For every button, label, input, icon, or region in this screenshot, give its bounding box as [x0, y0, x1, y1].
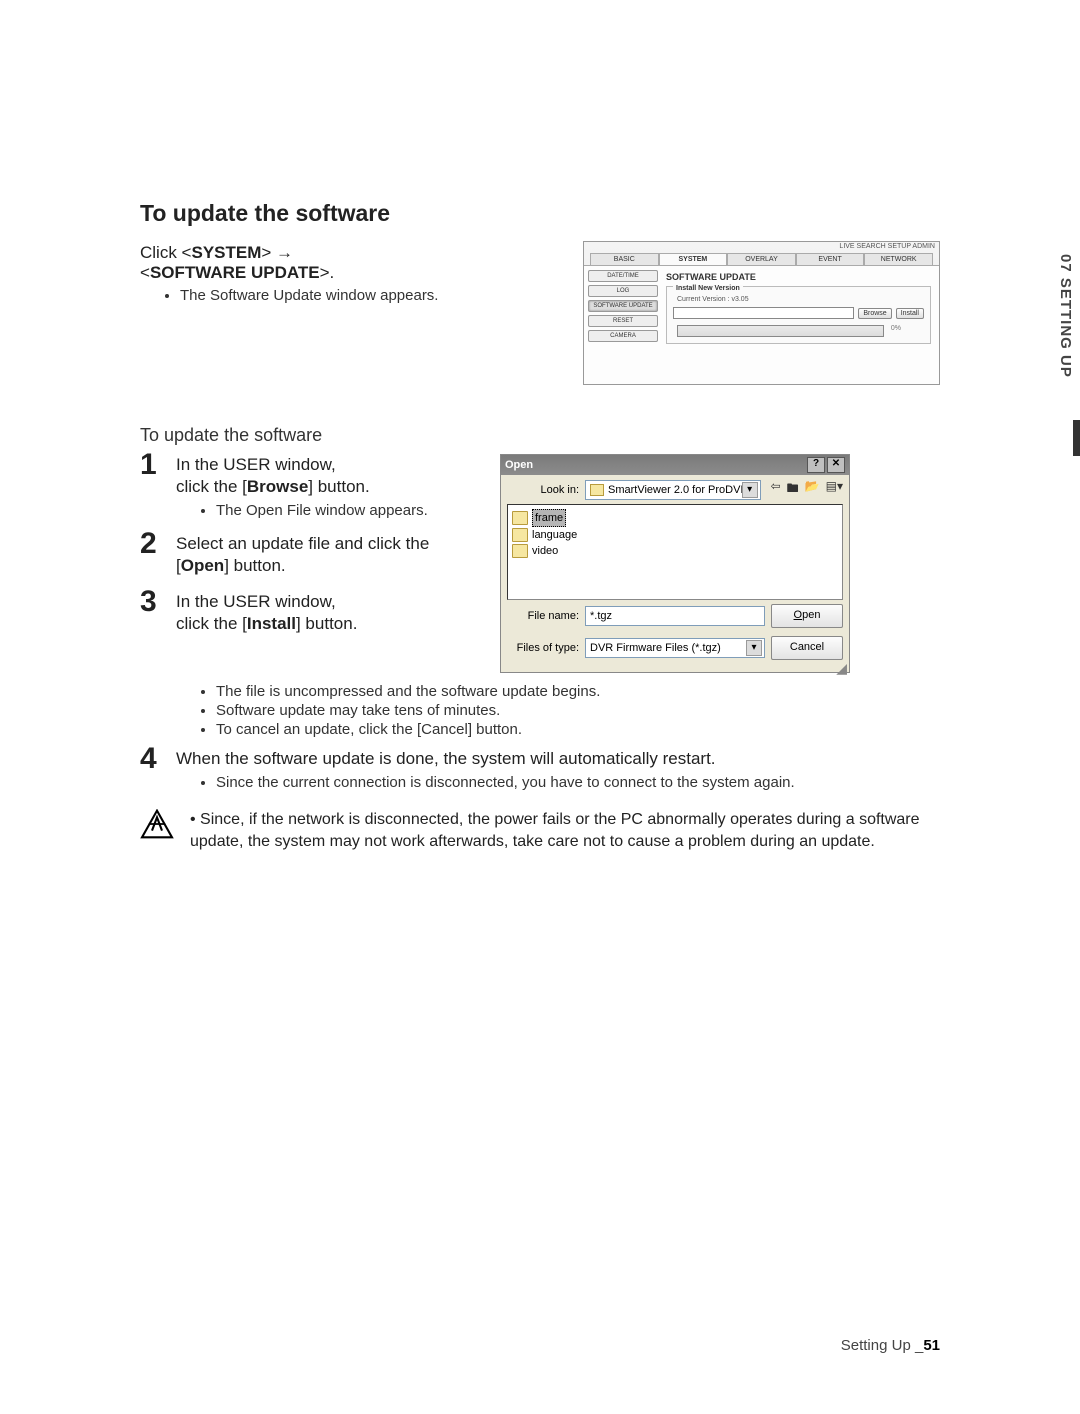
tab-overlay[interactable]: OVERLAY	[727, 253, 796, 265]
new-folder-icon[interactable]: 📂	[805, 479, 820, 500]
txt: ] button.	[296, 614, 357, 633]
footer-section: Setting Up _	[841, 1337, 924, 1354]
shot1-tabs: BASIC SYSTEM OVERLAY EVENT NETWORK	[584, 251, 939, 265]
step-3: In the USER window, click the [Install] …	[140, 591, 470, 635]
txt: ] button.	[308, 477, 369, 496]
txt: In the USER window,	[176, 455, 336, 474]
legend: Install New Version	[673, 285, 743, 292]
fieldset-install: Install New Version Current Version : v3…	[666, 286, 931, 344]
dialog-title: Open	[505, 459, 533, 471]
file-list-pane[interactable]: frame language video	[507, 504, 843, 600]
txt: click the [	[176, 614, 247, 633]
bullet: To cancel an update, click the [Cancel] …	[216, 721, 940, 738]
side-tab: 07 SETTING UP	[1055, 250, 1076, 382]
tab-event[interactable]: EVENT	[796, 253, 865, 265]
dialog-titlebar[interactable]: Open ? ✕	[501, 455, 849, 475]
side-log[interactable]: LOG	[588, 285, 658, 297]
tab-basic[interactable]: BASIC	[590, 253, 659, 265]
dialog-toolbar: ⇦ 🖿 📂 ▤▾	[767, 479, 843, 500]
txt: Select an update file and click the	[176, 534, 429, 553]
txt: In the USER window,	[176, 592, 336, 611]
panel-title: SOFTWARE UPDATE	[666, 272, 935, 282]
folder-item[interactable]: video	[512, 543, 838, 559]
txt: ] button.	[224, 556, 285, 575]
back-icon[interactable]: ⇦	[771, 479, 781, 500]
open-button[interactable]: Open	[771, 604, 843, 628]
folder-name: frame	[532, 509, 566, 527]
txt: Click <	[140, 243, 191, 262]
page-number: 51	[923, 1337, 940, 1354]
up-folder-icon[interactable]: 🖿	[787, 479, 799, 500]
side-software-update[interactable]: SOFTWARE UPDATE	[588, 300, 658, 312]
look-in-label: Look in:	[507, 484, 579, 496]
view-menu-icon[interactable]: ▤▾	[826, 479, 843, 500]
folder-name: language	[532, 527, 577, 543]
folder-icon	[512, 544, 528, 558]
help-button[interactable]: ?	[807, 457, 825, 473]
txt: >.	[320, 263, 335, 282]
progress-pct: 0%	[891, 325, 901, 332]
subheading-update-software: To update the software	[140, 425, 940, 446]
warning-block: • Since, if the network is disconnected,…	[140, 809, 940, 852]
look-in-value: SmartViewer 2.0 for ProDVR	[608, 484, 748, 496]
txt: click the [	[176, 477, 247, 496]
folder-icon	[512, 511, 528, 525]
folder-name: video	[532, 543, 558, 559]
screenshot-software-update: LIVE SEARCH SETUP ADMIN BASIC SYSTEM OVE…	[583, 241, 940, 385]
bullet: Since the current connection is disconne…	[216, 774, 940, 791]
tab-network[interactable]: NETWORK	[864, 253, 933, 265]
warning-body: Since, if the network is disconnected, t…	[190, 811, 920, 850]
step-2: Select an update file and click the [Ope…	[140, 533, 470, 577]
look-in-combo[interactable]: SmartViewer 2.0 for ProDVR	[585, 480, 761, 500]
shot1-sidebar: DATE/TIME LOG SOFTWARE UPDATE RESET CAME…	[588, 270, 658, 380]
side-datetime[interactable]: DATE/TIME	[588, 270, 658, 282]
current-version: Current Version : v3.05	[677, 296, 924, 303]
progress-bar: 0%	[677, 325, 884, 337]
warning-text: • Since, if the network is disconnected,…	[190, 809, 940, 852]
manual-page: 07 SETTING UP To update the software Cli…	[0, 0, 1080, 1414]
file-path-input[interactable]	[673, 307, 854, 319]
intro-bullet: The Software Update window appears.	[180, 287, 553, 304]
kw-browse: Browse	[247, 477, 308, 496]
bullet: Software update may take tens of minutes…	[216, 702, 940, 719]
kw-install: Install	[247, 614, 296, 633]
bullet: The Open File window appears.	[216, 502, 470, 519]
file-type-combo[interactable]: DVR Firmware Files (*.tgz)	[585, 638, 765, 658]
cancel-button[interactable]: Cancel	[771, 636, 843, 660]
file-type-label: Files of type:	[507, 642, 579, 654]
intro-instruction: Click <SYSTEM> → <SOFTWARE UPDATE>.	[140, 243, 553, 283]
shot1-topbar: LIVE SEARCH SETUP ADMIN	[584, 242, 939, 251]
browse-button[interactable]: Browse	[858, 308, 891, 319]
warning-icon	[140, 809, 174, 839]
file-name-label: File name:	[507, 610, 579, 622]
open-btn-rest: pen	[802, 609, 820, 621]
bullet: The file is uncompressed and the softwar…	[216, 683, 940, 700]
page-footer: Setting Up _51	[841, 1337, 940, 1354]
install-button[interactable]: Install	[896, 308, 924, 319]
file-type-value: DVR Firmware Files (*.tgz)	[590, 642, 721, 654]
file-name-input[interactable]: *.tgz	[585, 606, 765, 626]
folder-icon	[512, 528, 528, 542]
step-4: When the software update is done, the sy…	[140, 748, 940, 791]
screenshot-open-dialog: Open ? ✕ Look in: SmartViewer 2.0 for Pr…	[500, 454, 850, 673]
close-button[interactable]: ✕	[827, 457, 845, 473]
side-camera[interactable]: CAMERA	[588, 330, 658, 342]
shot1-panel: SOFTWARE UPDATE Install New Version Curr…	[662, 270, 935, 380]
kw-system: SYSTEM	[191, 243, 261, 262]
heading-update-software: To update the software	[140, 200, 940, 227]
file-name-value: *.tgz	[590, 610, 612, 622]
kw-software-update: SOFTWARE UPDATE	[150, 263, 320, 282]
txt: > →	[261, 243, 293, 262]
step-1: In the USER window, click the [Browse] b…	[140, 454, 470, 519]
tab-system[interactable]: SYSTEM	[659, 253, 728, 265]
side-reset[interactable]: RESET	[588, 315, 658, 327]
folder-icon	[590, 484, 604, 496]
folder-item[interactable]: frame	[512, 509, 838, 527]
txt: <	[140, 263, 150, 282]
resize-grip[interactable]: ◢	[501, 664, 849, 672]
txt: When the software update is done, the sy…	[176, 749, 716, 768]
kw-open: Open	[181, 556, 224, 575]
folder-item[interactable]: language	[512, 527, 838, 543]
thumb-index-mark	[1073, 420, 1080, 456]
